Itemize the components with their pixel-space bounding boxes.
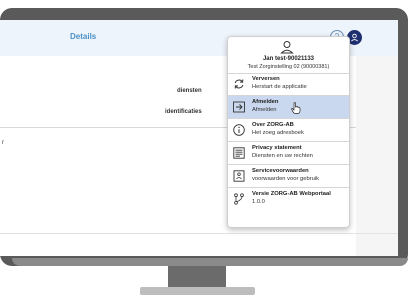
menu-item-subtitle: Het zoeg adresboek	[252, 130, 304, 136]
page-title: Details	[70, 32, 97, 41]
user-avatar-icon	[351, 33, 358, 42]
logout-icon	[233, 101, 245, 113]
user-dropdown-menu: Jan test-90021133 Test Zorginstelling 02…	[227, 36, 350, 228]
menu-user-info: Jan test-90021133 Test Zorginstelling 02…	[228, 37, 349, 74]
monitor-stand	[168, 266, 226, 288]
label-diensten: diensten	[177, 88, 202, 94]
menu-item-versie[interactable]: Versie ZORG-AB Webportaal 1.0.0	[228, 188, 349, 211]
monitor-chin	[12, 258, 408, 266]
user-organization: Test Zorginstelling 02 (90000381)	[247, 64, 330, 70]
user-icon	[280, 41, 294, 54]
menu-item-title: Verversen	[252, 76, 280, 82]
menu-item-afmelden[interactable]: Afmelden Afmelden	[228, 96, 349, 119]
partial-text: r	[2, 140, 4, 146]
side-panel	[356, 56, 398, 256]
terms-icon	[233, 170, 245, 182]
menu-item-servicevoorwaarden[interactable]: Servicevoorwaarden voorwaarden voor gebr…	[228, 165, 349, 188]
menu-item-subtitle: 1.0.0	[252, 199, 265, 205]
menu-item-title: Servicevoorwaarden	[252, 168, 309, 174]
document-icon	[233, 147, 245, 159]
user-name: Jan test-90021133	[262, 56, 315, 62]
screen: Details ? diensten identificaties r Jan …	[0, 20, 398, 256]
menu-item-privacy-statement[interactable]: Privacy statement Diensten en uw rechten	[228, 142, 349, 165]
refresh-icon	[234, 79, 244, 89]
menu-item-title: Privacy statement	[252, 145, 302, 151]
info-icon	[233, 124, 245, 136]
menu-item-title: Afmelden	[252, 99, 279, 105]
menu-item-subtitle: Diensten en uw rechten	[252, 153, 313, 159]
label-identificaties: identificaties	[165, 109, 202, 115]
menu-item-title: Versie ZORG-AB Webportaal	[252, 191, 331, 197]
menu-item-title: Over ZORG-AB	[252, 122, 294, 128]
menu-item-over-zorg-ab[interactable]: Over ZORG-AB Het zoeg adresboek	[228, 119, 349, 142]
hand-cursor-icon	[291, 102, 301, 114]
monitor-base	[140, 287, 255, 295]
menu-item-verversen[interactable]: Verversen Herstart de applicatie	[228, 73, 349, 96]
menu-item-subtitle: Herstart de applicatie	[252, 84, 307, 90]
version-branch-icon	[234, 193, 244, 205]
menu-item-subtitle: voorwaarden voor gebruik	[252, 176, 320, 182]
footer-divider	[0, 233, 398, 234]
menu-item-subtitle: Afmelden	[252, 107, 277, 113]
